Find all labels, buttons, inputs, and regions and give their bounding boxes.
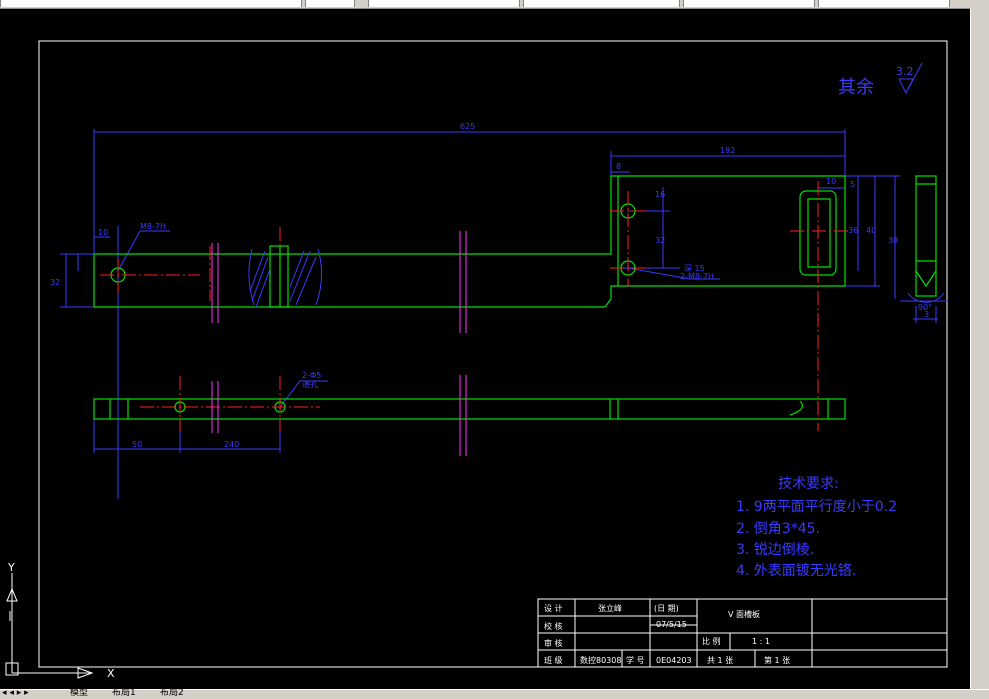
scale-value: 1 : 1 [752,637,770,646]
date-label: (日 期) [654,604,679,613]
sheet-no: 第 1 张 [764,655,790,665]
toolbar-field[interactable] [818,0,950,7]
toolbar-field[interactable] [523,0,680,7]
dim-32-left: 32 [50,278,60,287]
tech-requirements: 技术要求: 1. 9两平面平行度小于0.2 2. 倒角3*45. 3. 锐边倒棱… [736,476,897,579]
dim-38: 38 [888,236,898,245]
holes [110,203,636,413]
dim-overall-length: 625 [460,122,475,131]
toolbar-strip [0,0,989,8]
dim-5: 5 [850,180,855,189]
dim-slot-10: 10 [826,177,836,186]
tab-layout1[interactable]: 布局1 [112,689,136,698]
sheets-total: 共 1 张 [707,656,733,665]
tab-model[interactable]: 模型 [70,689,88,698]
drawing-canvas[interactable]: 其余 3.2 625 192 8 10 5 16 32 36 40 38 10 … [0,8,970,690]
review-label: 审 核 [544,638,563,648]
designer-name: 张立峰 [598,603,622,613]
dim-50: 50 [132,440,142,449]
tech-item-1: 1. 9两平面平行度小于0.2 [736,499,897,515]
dim-240: 240 [224,440,239,449]
roughness-value: 3.2 [896,65,914,78]
tech-item-2: 2. 倒角3*45. [736,521,820,537]
title-block-text: 设 计 张立峰 (日 期) 07/5/15 V 面槽板 校 核 审 核 比 例 … [544,603,790,665]
dim-slot-region: 192 [720,146,735,155]
roughness-label: 其余 [838,77,874,98]
part-name: V 面槽板 [728,609,760,619]
dim-36: 36 [848,226,858,235]
ucs-x-label: X [107,667,115,680]
toolbar-field[interactable] [0,0,302,7]
part-outline [93,175,937,420]
dim-3: 3 [924,310,929,319]
hole-bottom-label: 2-Φ5 [302,371,321,380]
tab-nav-arrows-icon[interactable]: ◂ ◂ ▸ ▸ [2,689,29,698]
toolbar-field[interactable] [305,0,355,7]
class-value: 数控80308 [580,655,621,665]
dim-10-left: 10 [98,228,108,237]
tech-item-4: 4. 外表面镀无光铬. [736,562,856,579]
break-lines [211,231,467,456]
design-label: 设 计 [544,603,563,613]
cad-drawing[interactable]: 其余 3.2 625 192 8 10 5 16 32 36 40 38 10 … [0,9,970,690]
tech-title: 技术要求: [778,476,839,492]
section-hatching [248,248,322,308]
scale-label: 比 例 [702,636,721,646]
tab-layout2[interactable]: 布局2 [160,689,184,698]
dim-16: 16 [655,190,665,199]
hole-bottom-sub: 通孔 [302,379,318,389]
student-no: 0E04203 [656,656,692,665]
ucs-icon [5,573,94,679]
dim-32: 32 [655,236,665,245]
toolbar-field[interactable] [683,0,815,7]
ucs-y-label: Y [7,561,15,574]
vertical-scrollbar[interactable] [970,8,989,689]
dim-40: 40 [866,226,876,235]
dim-small-8: 8 [616,162,621,171]
toolbar-field[interactable] [368,0,520,7]
check-label: 校 核 [544,621,563,631]
student-label: 学 号 [626,655,645,665]
class-label: 班 级 [544,655,563,665]
tech-item-3: 3. 锐边倒棱. [736,542,814,558]
hole-left-label: M8-7H [140,222,166,231]
date-value: 07/5/15 [656,620,687,629]
hole-right-label: 2-M8-7H [680,272,714,281]
dimension-lines [60,129,948,499]
